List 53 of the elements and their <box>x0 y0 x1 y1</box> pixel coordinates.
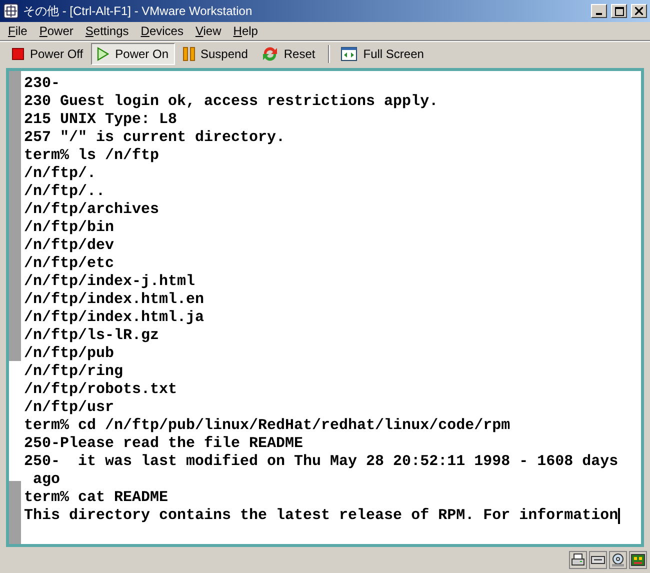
toolbar-button[interactable]: Power On <box>91 43 174 65</box>
printer-icon[interactable] <box>571 553 585 567</box>
terminal-line: /n/ftp/pub <box>24 345 114 363</box>
terminal-line: /n/ftp/usr <box>24 399 114 417</box>
terminal-line: /n/ftp/etc <box>24 255 114 273</box>
maximize-icon <box>614 6 624 16</box>
toolbar-button[interactable]: Full Screen <box>335 43 430 65</box>
menu-item[interactable]: Help <box>227 22 264 40</box>
menu-item[interactable]: Power <box>33 22 80 40</box>
terminal-line: /n/ftp/index-j.html <box>24 273 196 291</box>
terminal-line: /n/ftp/archives <box>24 201 160 219</box>
terminal-line: 250- it was last modified on Thu May 28 20:52:11 1998 - 1608 days <box>24 453 618 471</box>
terminal-line: 250-Please read the file README <box>24 435 304 453</box>
menu-item[interactable]: View <box>189 22 228 40</box>
terminal-line: /n/ftp/.. <box>24 183 106 201</box>
terminal-line: term% cd /n/ftp/pub/linux/RedHat/redhat/linux/code/rpm <box>24 417 510 435</box>
terminal-line: term% cat README <box>24 489 168 507</box>
terminal-line: term% ls /n/ftp <box>24 147 160 165</box>
terminal-line: /n/ftp/bin <box>24 219 114 237</box>
terminal-line: This directory contains the latest release of RPM. For information <box>24 507 618 525</box>
terminal-line: /n/ftp/ring <box>24 363 124 381</box>
menu-item[interactable]: Settings <box>79 22 135 40</box>
full-screen-icon <box>341 47 358 61</box>
terminal-line: /n/ftp/robots.txt <box>24 381 178 399</box>
terminal-line: /n/ftp/. <box>24 165 96 183</box>
close-icon <box>635 7 643 15</box>
text-cursor <box>618 508 620 524</box>
minimize-button[interactable] <box>591 4 607 18</box>
window-title: その他 - [Ctrl-Alt-F1] - VMware Workstation <box>23 3 254 20</box>
menu-item[interactable]: File <box>2 22 34 40</box>
refresh-icon <box>262 46 278 62</box>
terminal-line: 230 Guest login ok, access restrictions apply. <box>24 93 438 111</box>
network-icon[interactable] <box>631 554 645 566</box>
maximize-button[interactable] <box>611 4 627 18</box>
terminal-line: 215 UNIX Type: L8 <box>24 111 178 129</box>
play-icon <box>97 47 110 61</box>
toolbar-button[interactable]: Power Off <box>6 43 90 65</box>
terminal-line: /n/ftp/index.html.en <box>24 291 204 309</box>
terminal-line: 230- <box>24 75 60 93</box>
terminal-line: ago <box>32 471 60 489</box>
pause-icon <box>182 47 194 61</box>
toolbar-button[interactable]: Suspend <box>176 43 254 65</box>
disc-icon[interactable] <box>611 553 625 567</box>
terminal-line: /n/ftp/ls-lR.gz <box>24 327 160 345</box>
terminal-line: /n/ftp/index.html.ja <box>24 309 204 327</box>
close-button[interactable] <box>631 4 647 18</box>
terminal-line: 257 "/" is current directory. <box>24 129 286 147</box>
toolbar-button[interactable]: Reset <box>256 43 322 65</box>
terminal-line: /n/ftp/dev <box>24 237 114 255</box>
drive-icon[interactable] <box>591 555 605 565</box>
stop-icon <box>12 48 24 60</box>
menu-item[interactable]: Devices <box>134 22 190 40</box>
app-icon[interactable] <box>3 3 19 19</box>
